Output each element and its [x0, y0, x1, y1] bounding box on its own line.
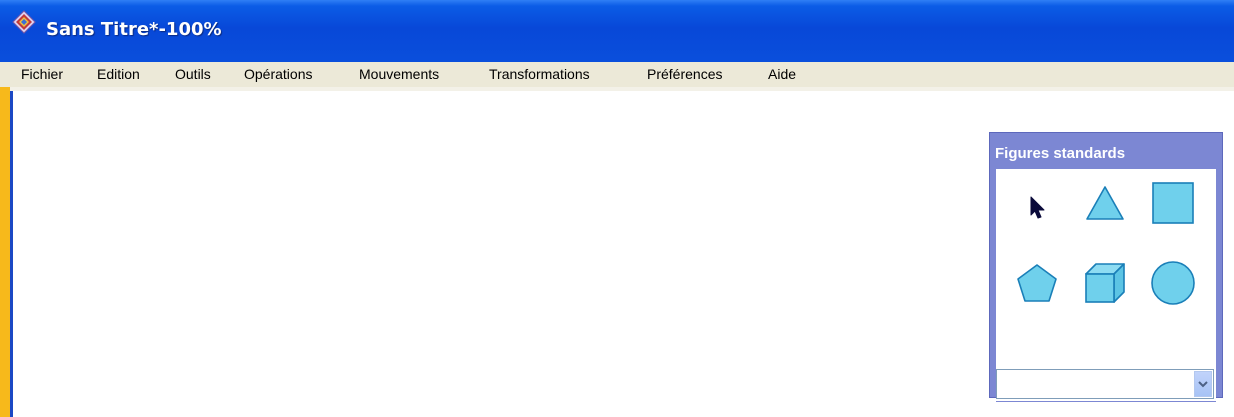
menu-transformations[interactable]: Transformations [485, 62, 594, 87]
menu-fichier[interactable]: Fichier [17, 62, 67, 87]
menu-preferences[interactable]: Préférences [643, 62, 726, 87]
menu-mouvements[interactable]: Mouvements [355, 62, 443, 87]
palette-body [996, 169, 1216, 410]
circle-icon[interactable] [1145, 255, 1201, 311]
figures-dropdown[interactable] [996, 369, 1214, 399]
menu-aide[interactable]: Aide [764, 62, 800, 87]
figures-palette[interactable]: Figures standards [989, 132, 1223, 410]
menu-operations[interactable]: Opérations [240, 62, 316, 87]
triangle-icon[interactable] [1077, 175, 1133, 231]
square-icon[interactable] [1145, 175, 1201, 231]
palette-title: Figures standards [995, 145, 1126, 162]
arrow-pointer-icon[interactable] [1009, 179, 1065, 235]
pentagon-icon[interactable] [1009, 255, 1065, 311]
window-left-frame [0, 87, 10, 417]
title-bar[interactable]: Sans Titre*-100% [0, 0, 1234, 62]
chevron-down-icon[interactable] [1194, 371, 1212, 397]
cube-icon[interactable] [1077, 255, 1133, 311]
menu-outils[interactable]: Outils [171, 62, 215, 87]
menu-bar: Fichier Edition Outils Opérations Mouvem… [0, 62, 1234, 88]
palette-footer [996, 401, 1216, 410]
app-diamond-icon [12, 10, 36, 34]
window-title: Sans Titre*-100% [46, 19, 222, 40]
menu-edition[interactable]: Edition [93, 62, 144, 87]
